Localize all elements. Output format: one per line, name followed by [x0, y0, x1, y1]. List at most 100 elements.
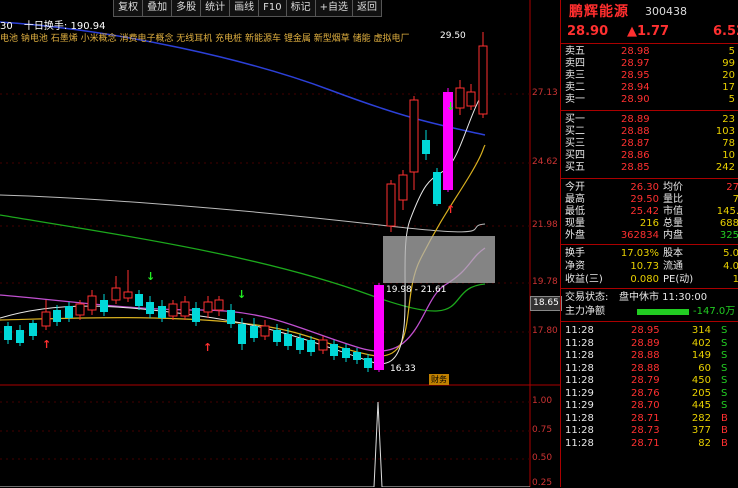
toolbar-button[interactable]: 画线	[229, 0, 260, 17]
row-price: 28.87	[621, 138, 650, 149]
stock-name: 鹏辉能源	[569, 4, 629, 20]
tick-row: 11:28 28.88 149 S	[561, 350, 738, 362]
candle-body	[111, 287, 121, 301]
chart-toolbar: 复权 叠加 多股 统计 画线 F10 标记 +自选 返回	[113, 0, 382, 17]
row-price: 28.88	[621, 126, 650, 137]
stock-code: 300438	[645, 5, 687, 18]
candle-body	[296, 338, 304, 350]
candle-body	[409, 99, 419, 173]
quote-row: 今开 26.30 均价 27	[561, 182, 738, 194]
tick-time: 11:28	[565, 325, 594, 336]
price-axis-label: 17.80	[532, 326, 558, 336]
range-label: 19.98 - 21.61	[386, 285, 447, 295]
toolbar-button[interactable]: 叠加	[142, 0, 173, 17]
candle-body	[433, 172, 441, 204]
sell-arrow-icon: ↓	[237, 288, 246, 301]
candle-body	[135, 294, 143, 306]
tick-time: 11:28	[565, 337, 594, 349]
tick-time: 11:28	[565, 412, 594, 424]
chart-canvas[interactable]: ↑ ↑ ↑ ↓ ↓ ↓	[0, 0, 560, 487]
candle-body	[273, 330, 281, 342]
tick-row: 11:28 28.71 282 B	[561, 413, 738, 425]
tick-row: 11:29 28.70 445 S	[561, 400, 738, 412]
concept-tags[interactable]: 电池 钠电池 石墨烯 小米概念 消费电子概念 无线耳机 充电桩 新能源车 锂金属…	[0, 31, 409, 44]
tick-volume: 82	[698, 437, 711, 449]
toolbar-button[interactable]: 返回	[352, 0, 382, 17]
tick-side: B	[721, 437, 728, 449]
tick-side: S	[721, 325, 728, 336]
toolbar-button[interactable]: F10	[258, 0, 287, 17]
candle-body	[168, 303, 178, 317]
candle-body	[227, 310, 235, 324]
price-axis-label: 19.78	[532, 277, 558, 287]
tick-row: 11:28 28.89 402 S	[561, 338, 738, 350]
row-price: 28.86	[621, 150, 650, 161]
toolbar-button[interactable]: +自选	[314, 0, 353, 17]
quote-row: 换手 17.03% 股本 5.0	[561, 248, 738, 260]
tick-volume: 450	[691, 375, 711, 386]
finance-badge[interactable]: 财务	[429, 374, 449, 385]
bid-row: 买二 28.88 103	[561, 126, 738, 138]
candle-body	[478, 45, 488, 115]
quote-label: 最低	[565, 206, 585, 217]
tick-price: 28.88	[631, 362, 660, 374]
tick-time: 11:29	[565, 400, 594, 411]
low-price-label: 16.33	[390, 364, 416, 374]
quote-row: 外盘 362834 内盘 325	[561, 230, 738, 242]
tick-volume: 205	[691, 387, 711, 399]
tick-side: S	[721, 387, 728, 399]
tick-time: 11:28	[565, 437, 594, 449]
kline-chart[interactable]: ↑ ↑ ↑ ↓ ↓ ↓ 复权 叠加 多股 统计 画线 F10 标记 +自选 返回 30 十日换手…	[0, 0, 562, 488]
quote-value: 1	[732, 274, 738, 285]
tick-price: 28.73	[631, 425, 660, 436]
quote-label: 市值	[663, 206, 683, 217]
tick-row: 11:28 28.95 314 S	[561, 325, 738, 337]
quote-value: 25.42	[630, 206, 659, 217]
quote-label: 外盘	[565, 230, 585, 241]
quote-panel: 鹏辉能源 300438 28.90 ▲1.77 6.52 卖五 28.98 5 卖四 2…	[560, 0, 738, 487]
toolbar-button[interactable]: 统计	[200, 0, 231, 17]
quote-value: 17.03%	[620, 248, 659, 259]
row-volume: 99	[722, 58, 735, 69]
tick-volume: 149	[691, 350, 711, 361]
quote-value: 7	[732, 194, 738, 205]
quote-value: 5.0	[723, 248, 738, 259]
row-volume: 103	[715, 126, 735, 137]
candle-body	[180, 301, 190, 317]
toolbar-button[interactable]: 标记	[285, 0, 316, 17]
ask-row: 卖三 28.95 20	[561, 70, 738, 82]
tick-volume: 402	[691, 337, 711, 349]
high-price-label: 29.50	[440, 31, 466, 41]
toolbar-button[interactable]: 多股	[171, 0, 202, 17]
buy-arrow-icon: ↑	[203, 341, 212, 354]
price-change: ▲1.77	[627, 24, 670, 39]
toolbar-button[interactable]: 复权	[113, 0, 144, 17]
tick-price: 28.70	[631, 400, 660, 411]
row-label: 卖四	[565, 58, 585, 69]
tick-side: S	[721, 362, 728, 374]
quote-label: PE(动)	[663, 274, 694, 285]
row-volume: 242	[715, 162, 735, 173]
status-label: 交易状态:	[565, 292, 609, 303]
row-label: 卖三	[565, 70, 585, 81]
bid-row: 买五 28.85 242	[561, 162, 738, 174]
candle-body	[238, 324, 246, 344]
candle-body	[342, 348, 350, 358]
tick-row: 11:28 28.71 82 B	[561, 438, 738, 450]
tick-row: 11:28 28.79 450 S	[561, 375, 738, 387]
tick-row: 11:28 28.88 60 S	[561, 363, 738, 375]
tick-price: 28.76	[631, 387, 660, 399]
candle-body	[75, 303, 85, 316]
candle-body	[87, 295, 97, 311]
price-change-pct: 6.52	[713, 24, 738, 39]
candle-body	[353, 352, 361, 360]
tick-price: 28.71	[631, 437, 660, 449]
candle-body	[146, 302, 154, 314]
row-label: 买二	[565, 126, 585, 137]
price-axis-label: 24.62	[532, 157, 558, 167]
sell-arrow-icon: ↓	[146, 270, 155, 283]
ask-row: 卖一 28.90 5	[561, 94, 738, 106]
candle-body	[4, 326, 12, 340]
ask-row: 卖五 28.98 5	[561, 46, 738, 58]
last-price: 28.90	[567, 24, 609, 39]
